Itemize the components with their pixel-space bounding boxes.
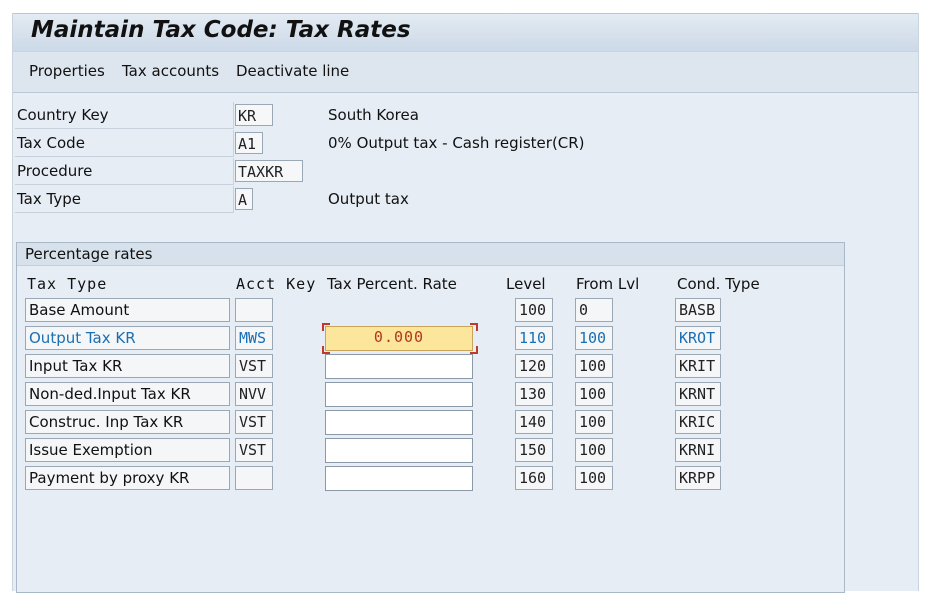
cond-type-cell[interactable]: KRIT: [675, 354, 721, 378]
level-cell[interactable]: 110: [515, 326, 553, 350]
group-title-bar: Percentage rates: [17, 243, 844, 266]
tax-accounts-button[interactable]: Tax accounts: [122, 62, 219, 80]
application-toolbar: Properties Tax accounts Deactivate line: [13, 51, 918, 93]
focus-corner: [470, 346, 478, 354]
acct-key-cell[interactable]: NVV: [235, 382, 273, 406]
procedure-field[interactable]: TAXKR: [235, 160, 303, 182]
sap-window: Maintain Tax Code: Tax Rates Properties …: [12, 13, 919, 593]
tax-rate-input[interactable]: [325, 354, 473, 379]
col-header-from-lvl: From Lvl: [576, 275, 640, 293]
group-title: Percentage rates: [25, 245, 153, 263]
country-key-description: South Korea: [328, 106, 419, 124]
col-header-rate: Tax Percent. Rate: [327, 275, 457, 293]
focus-corner: [322, 346, 330, 354]
tax-rate-input-active[interactable]: 0.000: [325, 326, 473, 351]
cond-type-cell[interactable]: KRIC: [675, 410, 721, 434]
properties-button[interactable]: Properties: [29, 62, 105, 80]
cond-type-cell[interactable]: KRPP: [675, 466, 721, 490]
procedure-label: Procedure: [15, 158, 234, 185]
tax-rate-input[interactable]: [325, 410, 473, 435]
acct-key-cell[interactable]: [235, 298, 273, 322]
tax-rate-input[interactable]: [325, 438, 473, 463]
level-cell[interactable]: 100: [515, 298, 553, 322]
acct-key-cell[interactable]: VST: [235, 410, 273, 434]
tax-type-description: Output tax: [328, 190, 409, 208]
cond-type-cell[interactable]: KROT: [675, 326, 721, 350]
tax-type-row-label[interactable]: Input Tax KR: [25, 354, 230, 378]
from-lvl-cell[interactable]: 100: [575, 438, 613, 462]
focus-corner: [470, 323, 478, 331]
tax-type-label: Tax Type: [15, 186, 234, 213]
from-lvl-cell[interactable]: 100: [575, 326, 613, 350]
acct-key-cell[interactable]: VST: [235, 354, 273, 378]
tax-type-field[interactable]: A: [235, 188, 253, 210]
from-lvl-cell[interactable]: 100: [575, 354, 613, 378]
tax-rate-input[interactable]: [325, 466, 473, 491]
col-header-acct-key: Acct Key: [236, 275, 317, 293]
cond-type-cell[interactable]: KRNT: [675, 382, 721, 406]
tax-type-row-label[interactable]: Issue Exemption: [25, 438, 230, 462]
tax-type-row-label[interactable]: Construc. Inp Tax KR: [25, 410, 230, 434]
from-lvl-cell[interactable]: 100: [575, 466, 613, 490]
tax-rate-input[interactable]: [325, 382, 473, 407]
col-header-cond-type: Cond. Type: [677, 275, 760, 293]
country-key-label: Country Key: [15, 102, 234, 129]
tax-type-row-label-selected[interactable]: Output Tax KR: [25, 326, 230, 350]
tax-code-description: 0% Output tax - Cash register(CR): [328, 134, 585, 152]
acct-key-cell[interactable]: [235, 466, 273, 490]
col-header-tax-type: Tax Type: [27, 275, 108, 293]
page-title: Maintain Tax Code: Tax Rates: [31, 17, 411, 43]
title-bar: Maintain Tax Code: Tax Rates: [13, 13, 918, 51]
level-cell[interactable]: 140: [515, 410, 553, 434]
from-lvl-cell[interactable]: 100: [575, 410, 613, 434]
level-cell[interactable]: 120: [515, 354, 553, 378]
level-cell[interactable]: 130: [515, 382, 553, 406]
focus-corner: [322, 323, 330, 331]
col-header-level: Level: [506, 275, 546, 293]
acct-key-cell[interactable]: VST: [235, 438, 273, 462]
tax-type-row-label[interactable]: Base Amount: [25, 298, 230, 322]
tax-type-row-label[interactable]: Non-ded.Input Tax KR: [25, 382, 230, 406]
from-lvl-cell[interactable]: 100: [575, 382, 613, 406]
level-cell[interactable]: 150: [515, 438, 553, 462]
cond-type-cell[interactable]: BASB: [675, 298, 721, 322]
tax-code-field[interactable]: A1: [235, 132, 263, 154]
level-cell[interactable]: 160: [515, 466, 553, 490]
tax-code-label: Tax Code: [15, 130, 234, 157]
acct-key-cell[interactable]: MWS: [235, 326, 273, 350]
tax-type-row-label[interactable]: Payment by proxy KR: [25, 466, 230, 490]
cond-type-cell[interactable]: KRNI: [675, 438, 721, 462]
country-key-field[interactable]: KR: [235, 104, 273, 126]
deactivate-line-button[interactable]: Deactivate line: [236, 62, 349, 80]
from-lvl-cell[interactable]: 0: [575, 298, 613, 322]
